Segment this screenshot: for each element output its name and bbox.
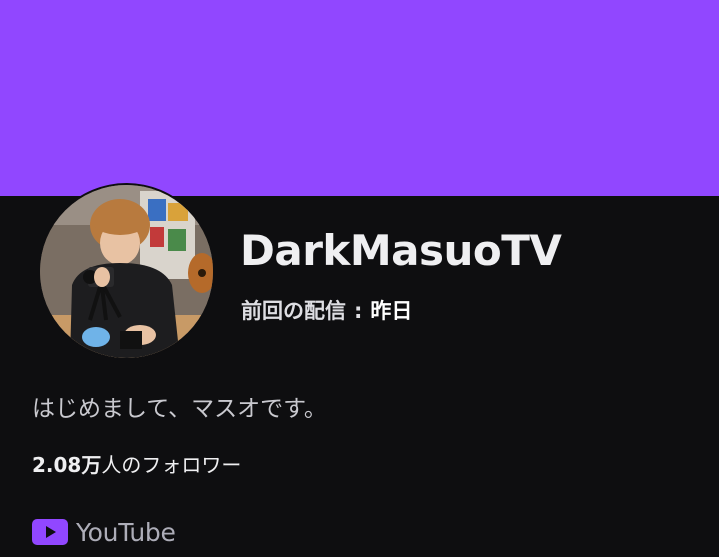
channel-avatar[interactable] bbox=[40, 185, 213, 358]
last-stream-separator: : bbox=[354, 299, 363, 323]
follower-count: 2.08万人のフォロワー bbox=[32, 450, 241, 480]
avatar-image bbox=[40, 185, 213, 358]
channel-name: DarkMasuoTV bbox=[240, 226, 562, 275]
social-link-youtube[interactable]: YouTube bbox=[32, 514, 176, 550]
channel-about-panel: DarkMasuoTV 前回の配信: 昨日 はじめまして、マスオです。 2.08万… bbox=[0, 0, 719, 557]
last-stream-label: 前回の配信 bbox=[241, 299, 346, 323]
last-stream-value: 昨日 bbox=[370, 299, 413, 323]
follower-count-value: 2.08万 bbox=[32, 453, 102, 477]
channel-banner bbox=[0, 0, 719, 196]
last-stream-info: 前回の配信: 昨日 bbox=[241, 296, 412, 326]
channel-bio: はじめまして、マスオです。 bbox=[32, 396, 327, 422]
youtube-icon bbox=[32, 519, 68, 545]
social-link-label: YouTube bbox=[76, 517, 176, 547]
follower-count-suffix: 人のフォロワー bbox=[101, 453, 242, 477]
